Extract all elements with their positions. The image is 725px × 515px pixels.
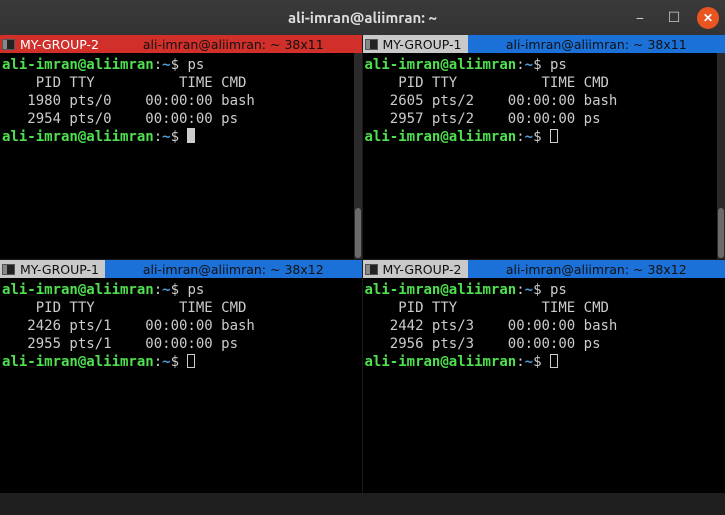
- pane-title: ali-imran@aliimran: ~ 38x12: [105, 260, 362, 278]
- cursor-inactive: [550, 354, 558, 368]
- terminal-icon: [365, 264, 378, 275]
- minimize-button[interactable]: −: [629, 7, 651, 29]
- scrollbar-thumb[interactable]: [718, 208, 724, 258]
- pane-titlebar[interactable]: MY-GROUP-1 ali-imran@aliimran: ~ 38x11: [363, 35, 725, 53]
- prompt-user: ali-imran@aliimran: [2, 57, 154, 73]
- pane-group-badge: MY-GROUP-1: [363, 35, 468, 53]
- window-title: ali-imran@aliimran: ~: [288, 9, 437, 26]
- pane-title: ali-imran@aliimran: ~ 38x12: [468, 260, 725, 278]
- terminal-icon: [2, 264, 15, 275]
- terminal-content[interactable]: ali-imran@aliimran:~$ ps PID TTY TIME CM…: [0, 278, 362, 373]
- terminal-icon: [365, 39, 378, 50]
- pane-scrollbar[interactable]: [354, 53, 362, 260]
- pane-group-label: MY-GROUP-1: [20, 262, 99, 277]
- pane-group-label: MY-GROUP-2: [20, 37, 99, 52]
- terminal-grid: MY-GROUP-2 ali-imran@aliimran: ~ 38x11 a…: [0, 35, 725, 515]
- pane-titlebar[interactable]: MY-GROUP-1 ali-imran@aliimran: ~ 38x12: [0, 260, 362, 278]
- command: ps: [187, 57, 204, 73]
- pane-group-badge: MY-GROUP-1: [0, 260, 105, 278]
- close-button[interactable]: ✕: [697, 7, 719, 29]
- pane-title: ali-imran@aliimran: ~ 38x11: [468, 35, 725, 53]
- pane-title: ali-imran@aliimran: ~ 38x11: [105, 35, 362, 53]
- maximize-button[interactable]: ☐: [663, 7, 685, 29]
- scrollbar-thumb[interactable]: [355, 208, 361, 258]
- pane-group-label: MY-GROUP-2: [383, 262, 462, 277]
- window-titlebar: ali-imran@aliimran: ~ − ☐ ✕: [0, 0, 725, 35]
- cursor-active: [187, 128, 195, 143]
- terminal-content[interactable]: ali-imran@aliimran:~$ ps PID TTY TIME CM…: [363, 53, 725, 148]
- ps-row: 1980 pts/0 00:00:00 bash: [2, 93, 255, 109]
- terminal-pane[interactable]: MY-GROUP-1 ali-imran@aliimran: ~ 38x11 a…: [363, 35, 725, 260]
- prompt-path: ~: [162, 57, 170, 73]
- pane-group-badge: MY-GROUP-2: [363, 260, 468, 278]
- terminal-pane[interactable]: MY-GROUP-2 ali-imran@aliimran: ~ 38x12 a…: [363, 260, 725, 515]
- cursor-inactive: [550, 129, 558, 143]
- pane-scrollbar[interactable]: [717, 53, 725, 260]
- cursor-inactive: [187, 354, 195, 368]
- ps-row: 2954 pts/0 00:00:00 ps: [2, 111, 238, 127]
- pane-group-label: MY-GROUP-1: [383, 37, 462, 52]
- terminal-pane[interactable]: MY-GROUP-1 ali-imran@aliimran: ~ 38x12 a…: [0, 260, 363, 515]
- terminal-icon: [2, 39, 15, 50]
- pane-group-badge: MY-GROUP-2: [0, 35, 105, 53]
- pane-titlebar[interactable]: MY-GROUP-2 ali-imran@aliimran: ~ 38x12: [363, 260, 725, 278]
- terminal-pane[interactable]: MY-GROUP-2 ali-imran@aliimran: ~ 38x11 a…: [0, 35, 363, 260]
- window-controls: − ☐ ✕: [629, 7, 719, 29]
- pane-titlebar[interactable]: MY-GROUP-2 ali-imran@aliimran: ~ 38x11: [0, 35, 362, 53]
- ps-header: PID TTY TIME CMD: [2, 75, 246, 91]
- terminal-content[interactable]: ali-imran@aliimran:~$ ps PID TTY TIME CM…: [363, 278, 725, 373]
- terminal-content[interactable]: ali-imran@aliimran:~$ ps PID TTY TIME CM…: [0, 53, 362, 148]
- status-bar: [0, 493, 725, 515]
